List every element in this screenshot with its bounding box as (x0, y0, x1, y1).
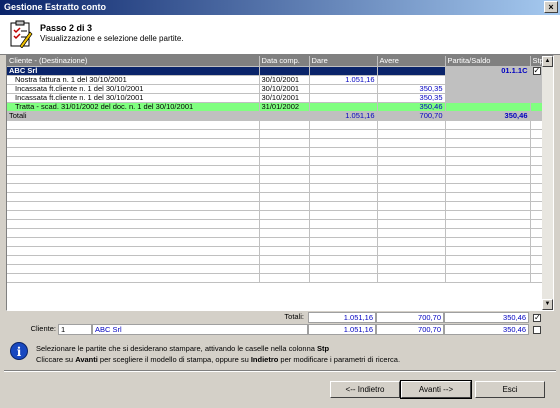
totals-avere: 700,70 (377, 111, 446, 121)
step-title: Passo 2 di 3 (40, 23, 93, 33)
group-row-client[interactable]: ABC Srl 01.1.1C (7, 66, 543, 76)
empty-row (7, 129, 543, 139)
empty-row (7, 183, 543, 193)
scroll-up-icon[interactable]: ▲ (542, 56, 553, 67)
table-row[interactable]: Nostra fattura n. 1 del 30/10/2001 30/10… (7, 75, 543, 85)
next-button[interactable]: Avanti --> (400, 380, 472, 399)
table-row-selected[interactable]: Tratta - scad. 31/01/2002 del doc. n. 1 … (7, 102, 543, 112)
totals-row: Totali 1.051,16 700,70 350,46 (7, 111, 543, 121)
footer-client-checkbox[interactable] (533, 326, 541, 335)
footer-client-dare: 1.051,16 (308, 324, 376, 335)
totals-dare: 1.051,16 (309, 111, 378, 121)
col-header-avere[interactable]: Avere (377, 56, 446, 67)
window-title: Gestione Estratto conto (4, 2, 107, 12)
empty-row (7, 174, 543, 184)
empty-row (7, 219, 543, 229)
wizard-header: Passo 2 di 3 Visualizzazione e selezione… (0, 15, 560, 55)
footer-client-saldo: 350,46 (444, 324, 529, 335)
step-subtitle: Visualizzazione e selezione delle partit… (40, 34, 184, 43)
group-client-code: 01.1.1C (445, 66, 531, 76)
footer-totals-checkbox[interactable] (533, 313, 541, 323)
footer-totals-saldo: 350,46 (444, 312, 529, 323)
group-stp-checkbox[interactable] (532, 66, 541, 75)
footer-client-avere: 700,70 (376, 324, 444, 335)
table-row[interactable]: Incassata ft.cliente n. 1 del 30/10/2001… (7, 84, 543, 94)
col-header-saldo[interactable]: Partita/Saldo (445, 56, 531, 67)
col-header-dare[interactable]: Dare (309, 56, 378, 67)
group-client-name: ABC Srl (7, 66, 260, 76)
footer-totals-label: Totali: (284, 312, 304, 321)
info-text: Selezionare le partite che si desiderano… (36, 343, 400, 365)
empty-row (7, 273, 543, 283)
back-button[interactable]: <-- Indietro (330, 381, 400, 398)
footer-client-name: ABC Srl (92, 324, 308, 335)
empty-row (7, 147, 543, 157)
info-line-2: Cliccare su Avanti per scegliere il mode… (36, 355, 401, 364)
footer-totals-avere: 700,70 (376, 312, 444, 323)
window-titlebar: Gestione Estratto conto × (0, 0, 560, 15)
col-header-data[interactable]: Data comp. (259, 56, 310, 67)
footer-totals-row: Totali: 1.051,16 700,70 350,46 (6, 312, 554, 323)
grid-vertical-scrollbar[interactable]: ▲ ▼ (542, 56, 553, 310)
info-icon: i (10, 342, 28, 360)
footer-client-row: Cliente: 1 ABC Srl 1.051,16 700,70 350,4… (6, 324, 554, 335)
separator (4, 370, 556, 372)
empty-row (7, 192, 543, 202)
clipboard-checklist-icon (10, 20, 33, 48)
empty-row (7, 246, 543, 256)
window-close-button[interactable]: × (544, 1, 558, 13)
empty-row (7, 255, 543, 265)
totals-saldo: 350,46 (445, 111, 531, 121)
empty-row (7, 237, 543, 247)
empty-row (7, 201, 543, 211)
entries-grid[interactable]: Cliente - (Destinazione) Data comp. Dare… (6, 55, 554, 311)
empty-row (7, 264, 543, 274)
exit-button[interactable]: Esci (475, 381, 545, 398)
table-row[interactable]: Incassata ft.cliente n. 1 del 30/10/2001… (7, 93, 543, 103)
empty-row (7, 228, 543, 238)
footer-totals-dare: 1.051,16 (308, 312, 376, 323)
col-header-cliente[interactable]: Cliente - (Destinazione) (7, 56, 260, 67)
footer-client-label: Cliente: (30, 324, 56, 333)
empty-row (7, 120, 543, 130)
scroll-down-icon[interactable]: ▼ (542, 299, 553, 310)
empty-row (7, 138, 543, 148)
info-line-1: Selezionare le partite che si desiderano… (36, 344, 330, 353)
empty-row (7, 165, 543, 175)
empty-row (7, 210, 543, 220)
col-header-stp[interactable]: Stp (530, 56, 543, 67)
entries-table: Cliente - (Destinazione) Data comp. Dare… (7, 56, 543, 283)
totals-label: Totali (7, 111, 260, 121)
footer-client-code: 1 (58, 324, 92, 335)
grid-header-row: Cliente - (Destinazione) Data comp. Dare… (7, 56, 543, 67)
empty-row (7, 156, 543, 166)
